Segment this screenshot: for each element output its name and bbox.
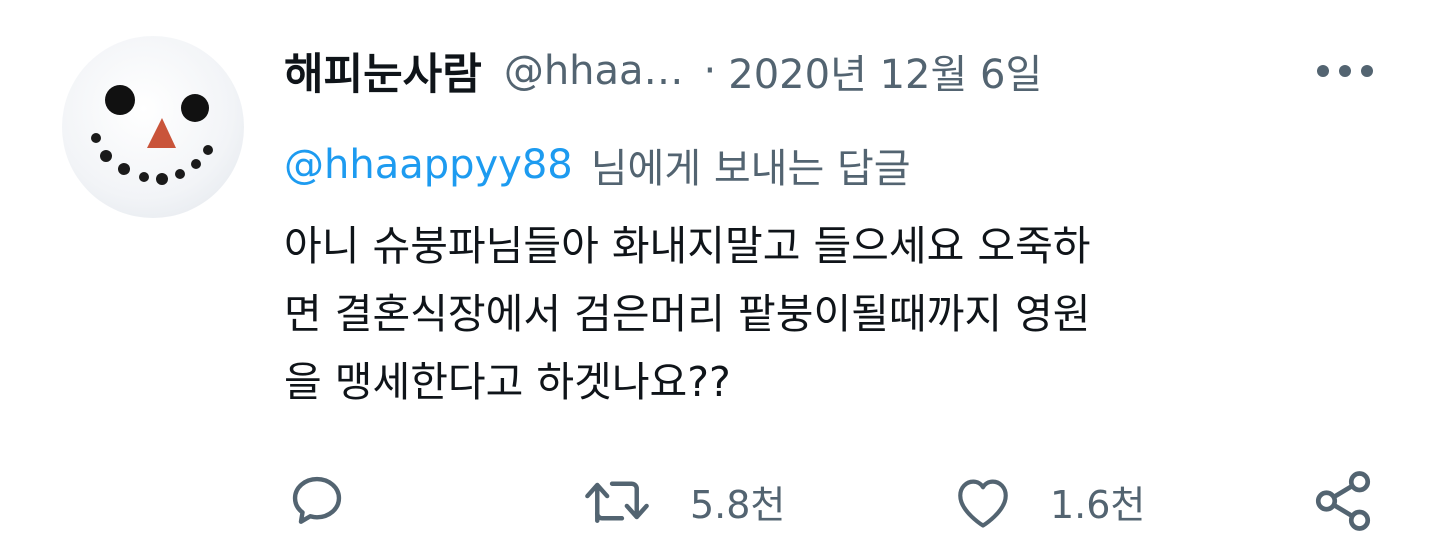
author-name[interactable]: 해피눈사람 <box>284 40 482 102</box>
reply-to-suffix: 님에게 보내는 답글 <box>590 146 911 192</box>
like-button[interactable]: 1.6천 <box>952 466 1145 536</box>
separator-dot: · <box>703 48 717 94</box>
reply-context: @hhaappyy88 님에게 보내는 답글 <box>284 136 911 194</box>
reply-icon <box>292 476 342 524</box>
snowman-face-icon <box>91 85 213 185</box>
reply-to-handle-link[interactable]: @hhaappyy88 <box>284 142 573 188</box>
reply-button[interactable] <box>286 466 348 536</box>
avatar[interactable] <box>62 36 244 218</box>
more-button[interactable] <box>1310 44 1380 98</box>
more-icon <box>1317 65 1373 77</box>
tweet-header: 해피눈사람 @hhaa… · 2020년 12월 6일 <box>284 36 1042 106</box>
share-icon <box>1315 471 1371 531</box>
author-handle[interactable]: @hhaa… <box>504 48 684 94</box>
tweet-date[interactable]: 2020년 12월 6일 <box>728 42 1042 100</box>
heart-icon <box>958 479 1008 528</box>
like-count: 1.6천 <box>1050 482 1146 527</box>
tweet-text-line: 아니 슈붕파님들아 화내지말고 들으세요 오죽하 <box>284 222 1091 270</box>
tweet-text-line: 을 맹세한다고 하겟나요?? <box>284 358 731 406</box>
retweet-button[interactable]: 5.8천 <box>580 466 785 536</box>
retweet-count: 5.8천 <box>690 482 786 527</box>
retweet-icon <box>585 481 649 523</box>
tweet-text-line: 면 결혼식장에서 검은머리 팥붕이될때까지 영원 <box>284 290 1091 338</box>
tweet-text: 아니 슈붕파님들아 화내지말고 들으세요 오죽하 면 결혼식장에서 검은머리 팥… <box>284 212 1384 416</box>
tweet-actions: 5.8천 1.6천 <box>0 466 1440 536</box>
share-button[interactable] <box>1310 466 1376 536</box>
